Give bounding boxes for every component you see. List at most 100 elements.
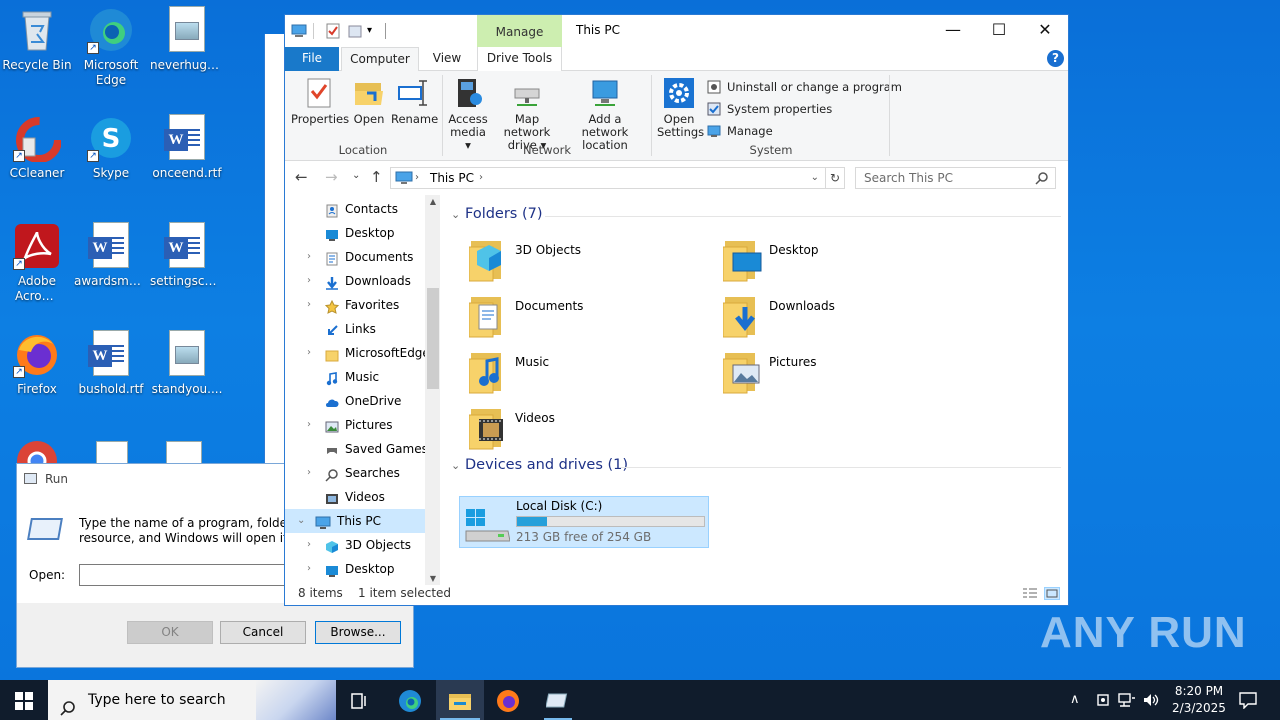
- folders-collapse-chevron-icon[interactable]: ⌄: [451, 208, 460, 221]
- browse-button[interactable]: Browse...: [315, 621, 401, 644]
- expand-chevron-icon[interactable]: ›: [307, 341, 311, 365]
- uninstall-program-button[interactable]: Uninstall or change a program: [707, 79, 902, 95]
- folder-videos[interactable]: Videos: [468, 407, 699, 457]
- nav-item-documents[interactable]: › Documents: [285, 245, 425, 269]
- taskbar-edge[interactable]: [386, 680, 434, 720]
- folder-documents[interactable]: Documents: [468, 295, 699, 345]
- map-network-drive-button[interactable]: Map network drive ▾: [491, 75, 563, 152]
- open-settings-button[interactable]: Open Settings: [657, 75, 704, 139]
- maximize-button[interactable]: ☐: [976, 15, 1022, 45]
- desktop-icon-bushold[interactable]: W bushold.rtf: [74, 330, 148, 397]
- nav-item-saved-games[interactable]: Saved Games: [285, 437, 428, 461]
- show-hidden-icons-chevron-icon[interactable]: ∧: [1070, 680, 1080, 720]
- up-arrow-icon[interactable]: ↑: [370, 168, 383, 186]
- tab-computer[interactable]: Computer: [341, 47, 419, 72]
- folder-3d-objects[interactable]: 3D Objects: [468, 239, 699, 289]
- open-input[interactable]: [79, 564, 289, 586]
- help-button[interactable]: ?: [1047, 50, 1064, 67]
- desktop-icon-onceend[interactable]: W onceend.rtf: [150, 114, 224, 181]
- devices-section-header[interactable]: Devices and drives (1): [465, 457, 628, 473]
- nav-item-music[interactable]: Music: [285, 365, 425, 389]
- scrollbar-thumb[interactable]: [427, 288, 439, 389]
- close-button[interactable]: ✕: [1022, 15, 1068, 45]
- back-arrow-icon[interactable]: ←: [295, 168, 308, 186]
- address-path[interactable]: This PC: [430, 168, 474, 188]
- expand-chevron-icon[interactable]: ⌄: [297, 509, 305, 533]
- expand-chevron-icon[interactable]: ›: [307, 269, 311, 293]
- manage-button[interactable]: Manage: [707, 123, 773, 139]
- explorer-titlebar[interactable]: ▾ Manage This PC — ☐ ✕: [285, 15, 1068, 47]
- notifications-icon[interactable]: [1238, 680, 1258, 720]
- cancel-button[interactable]: Cancel: [220, 621, 306, 644]
- folders-section-header[interactable]: Folders (7): [465, 206, 543, 222]
- manage-context-tab[interactable]: Manage: [477, 15, 562, 47]
- scroll-down-icon[interactable]: ▼: [425, 574, 440, 583]
- taskbar-run[interactable]: [534, 680, 582, 720]
- minimize-button[interactable]: —: [930, 15, 976, 45]
- expand-chevron-icon[interactable]: ›: [307, 293, 311, 317]
- chrome-icon[interactable]: [14, 438, 60, 464]
- task-view-button[interactable]: [336, 680, 384, 720]
- recent-locations-chevron-icon[interactable]: ⌄: [352, 170, 360, 181]
- tray-device-icon[interactable]: [1096, 680, 1110, 720]
- taskbar-clock[interactable]: 8:20 PM 2/3/2025: [1164, 683, 1234, 717]
- tab-view[interactable]: View: [423, 47, 471, 71]
- desktop-icon-edge[interactable]: ↗ Microsoft Edge: [74, 6, 148, 88]
- expand-chevron-icon[interactable]: ›: [307, 533, 311, 557]
- address-dropdown-icon[interactable]: ⌄: [811, 168, 819, 188]
- desktop-icon-recycle-bin[interactable]: Recycle Bin: [0, 6, 74, 73]
- nav-scrollbar[interactable]: ▲ ▼: [425, 195, 440, 585]
- desktop-icon-settingscho[interactable]: W settingscho...: [150, 222, 224, 289]
- refresh-icon[interactable]: ↻: [825, 167, 845, 189]
- folder-pictures[interactable]: Pictures: [722, 351, 953, 401]
- properties-button[interactable]: Properties: [291, 75, 349, 126]
- tab-file[interactable]: File: [285, 47, 339, 71]
- forward-arrow-icon[interactable]: →: [325, 168, 338, 186]
- nav-item-videos[interactable]: Videos: [285, 485, 425, 509]
- new-folder-quick-icon[interactable]: [347, 23, 363, 39]
- folder-downloads[interactable]: Downloads: [722, 295, 953, 345]
- details-view-icon[interactable]: [1022, 587, 1038, 602]
- open-button[interactable]: Open: [349, 75, 389, 126]
- network-icon[interactable]: [1118, 680, 1136, 720]
- nav-item-links[interactable]: Links: [285, 317, 425, 341]
- properties-quick-icon[interactable]: [325, 23, 341, 39]
- desktop-icon-standyou[interactable]: standyou....: [150, 330, 224, 397]
- nav-item-contacts[interactable]: Contacts: [285, 197, 425, 221]
- scroll-up-icon[interactable]: ▲: [425, 197, 440, 206]
- large-icons-view-icon[interactable]: [1044, 587, 1060, 600]
- taskbar-file-explorer[interactable]: [436, 680, 484, 720]
- nav-item-onedrive[interactable]: OneDrive: [285, 389, 425, 413]
- devices-collapse-chevron-icon[interactable]: ⌄: [451, 459, 460, 472]
- nav-item-downloads[interactable]: › Downloads: [285, 269, 425, 293]
- nav-item-pictures[interactable]: › Pictures: [285, 413, 425, 437]
- local-disk-c-tile[interactable]: Local Disk (C:) 213 GB free of 254 GB: [459, 496, 709, 548]
- nav-item-favorites[interactable]: › Favorites: [285, 293, 425, 317]
- taskbar-search-box[interactable]: Type here to search: [48, 680, 336, 720]
- taskbar-firefox[interactable]: [484, 680, 532, 720]
- desktop-icon-ccleaner[interactable]: ↗ CCleaner: [0, 114, 74, 181]
- desktop-icon-firefox[interactable]: ↗ Firefox: [0, 330, 74, 397]
- system-properties-button[interactable]: System properties: [707, 101, 832, 117]
- tab-drive-tools[interactable]: Drive Tools: [477, 47, 562, 71]
- folder-music[interactable]: Music: [468, 351, 699, 401]
- desktop-icon-skype[interactable]: S ↗ Skype: [74, 114, 148, 181]
- background-window-edge[interactable]: [264, 34, 286, 464]
- search-input[interactable]: Search This PC: [855, 167, 1056, 189]
- start-button[interactable]: [0, 680, 48, 720]
- expand-chevron-icon[interactable]: ›: [307, 557, 311, 581]
- nav-item-microsoftedge[interactable]: › MicrosoftEdge: [285, 341, 430, 365]
- address-bar[interactable]: › This PC › ⌄: [390, 167, 826, 189]
- nav-item-searches[interactable]: › Searches: [285, 461, 425, 485]
- word-document-icon[interactable]: [166, 441, 202, 465]
- expand-chevron-icon[interactable]: ›: [307, 461, 311, 485]
- expand-chevron-icon[interactable]: ›: [307, 413, 311, 437]
- nav-item-desktop[interactable]: Desktop: [285, 221, 425, 245]
- nav-item-3d-objects[interactable]: › 3D Objects: [285, 533, 425, 557]
- desktop-icon-neverhuge[interactable]: neverhuge...: [150, 6, 224, 73]
- desktop-icon-awardsmar[interactable]: W awardsmar...: [74, 222, 148, 289]
- volume-icon[interactable]: [1142, 680, 1160, 720]
- folder-desktop[interactable]: Desktop: [722, 239, 953, 289]
- add-network-location-button[interactable]: Add a network location: [565, 75, 645, 152]
- desktop-icon-acrobat[interactable]: ↗ Adobe Acrobat: [0, 222, 74, 304]
